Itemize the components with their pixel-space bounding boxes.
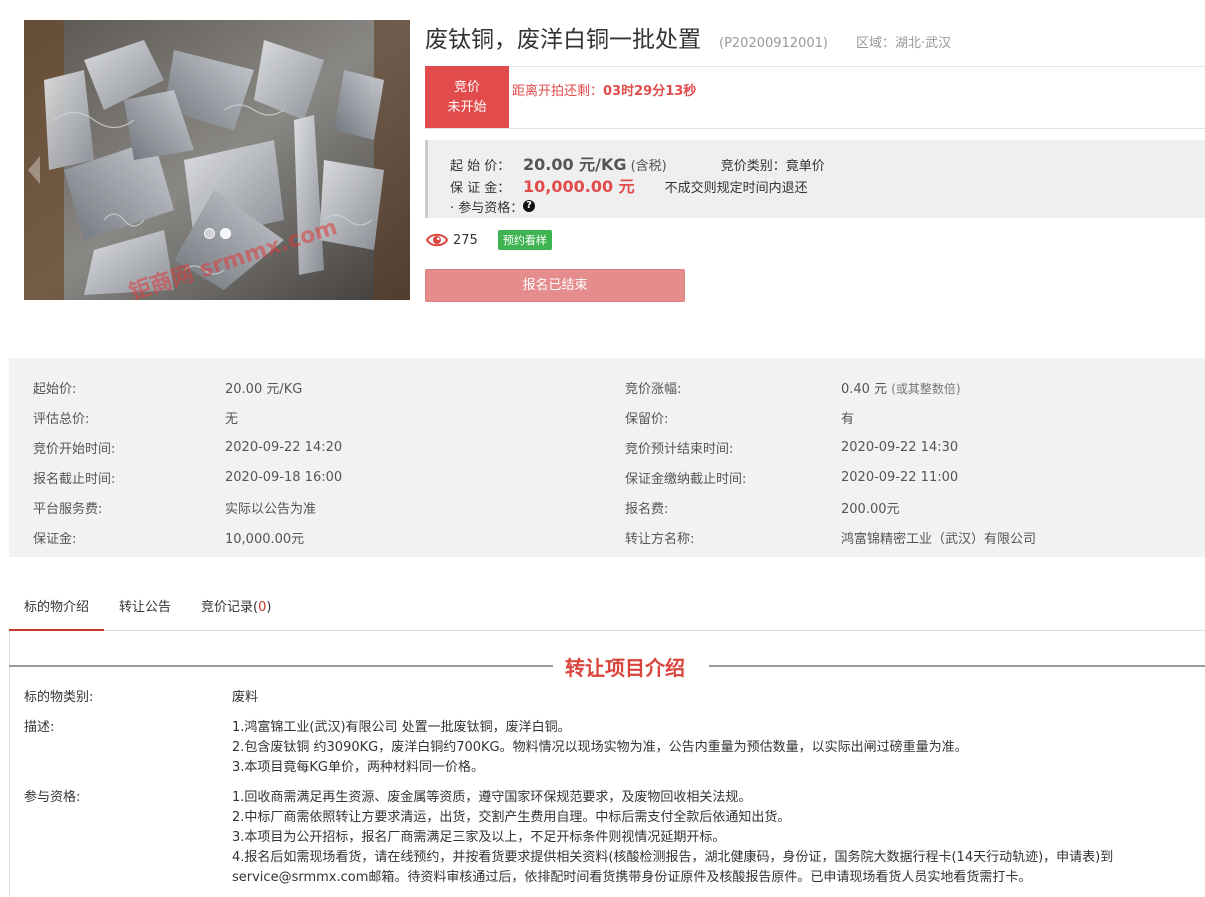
region-value: 湖北·武汉 [894, 36, 952, 51]
info-label: 竞价开始时间: [33, 441, 116, 457]
info-row: 评估总价: 无 保留价: 有 [9, 402, 1205, 432]
bid-type-label: 竞价类别： [720, 159, 786, 174]
qualification-line: 4.报名后如需现场看货，请在线预约，并按看货要求提供相关资料(核酸检测报告，湖北… [232, 850, 1114, 885]
product-title-row: 废钛铜，废洋白铜一批处置 (P20200912001) 区域： 湖北·武汉 [425, 20, 951, 54]
title-divider [425, 66, 1205, 67]
view-stats: 275 预约看样 [426, 230, 552, 250]
section-line-right [709, 665, 1205, 667]
increment-note: (或其整数倍) [891, 381, 961, 396]
info-label: 报名费: [625, 501, 669, 517]
section-title: 转让项目介绍 [565, 656, 685, 680]
registration-closed-button[interactable]: 报名已结束 [425, 269, 685, 302]
section-header: 转让项目介绍 [9, 652, 1205, 682]
tab-transfer-notice[interactable]: 转让公告 [104, 593, 186, 630]
product-image-carousel[interactable]: 钜商网 srmmx.com [24, 20, 410, 300]
info-label: 保证金缴纳截止时间: [625, 471, 747, 487]
tab-label: 标的物介绍 [24, 600, 90, 615]
question-circle-icon[interactable]: ? [523, 200, 535, 212]
auction-info-grid: 起始价: 20.00 元/KG 竞价涨幅: 0.40 元 (或其整数倍) 评估总… [9, 358, 1205, 557]
view-count: 275 [453, 232, 478, 248]
description-row: 描述: 1.鸿富锦工业(武汉)有限公司 处置一批废钛铜，废洋白铜。 2.包含废钛… [24, 718, 1194, 778]
info-value: 2020-09-22 14:20 [225, 439, 343, 455]
product-title: 废钛铜，废洋白铜一批处置 [425, 27, 701, 53]
info-value: 2020-09-22 11:00 [841, 469, 959, 485]
tax-note: (含税) [630, 159, 667, 174]
info-label: 保留价: [625, 411, 669, 427]
qualification-line: 1.回收商需满足再生资源、废金属等资质，遵守国家环保规范要求，及废物回收相关法规… [232, 790, 752, 805]
info-label: 竞价预计结束时间: [625, 441, 734, 457]
qualification-row: 参与资格: 1.回收商需满足再生资源、废金属等资质，遵守国家环保规范要求，及废物… [24, 788, 1194, 888]
info-label: 起始价: [33, 381, 77, 397]
start-price-value: 20.00 元/KG [523, 155, 627, 174]
qualification-label: 参与资格: [24, 790, 81, 805]
preview-appointment-button[interactable]: 预约看样 [497, 230, 552, 250]
eye-icon [426, 233, 448, 247]
status-line-1: 竞价 [453, 80, 480, 95]
info-value: 200.00元 [841, 501, 900, 517]
qualification-line: 3.本项目为公开招标，报名厂商需满足三家及以上，不足开标条件则视情况延期开标。 [232, 830, 726, 845]
info-value: 鸿富锦精密工业（武汉）有限公司 [841, 531, 1037, 547]
category-row: 标的物类别: 废料 [24, 688, 1194, 708]
qualification-line: 2.中标厂商需依照转让方要求清运，出货，交割产生费用自理。中标后需支付全款后依通… [232, 810, 791, 825]
info-value: 2020-09-22 14:30 [841, 439, 959, 455]
price-panel: 起 始 价： 20.00 元/KG (含税) 竞价类别： 竟单价 保 证 金： … [425, 140, 1205, 218]
item-description: 标的物类别: 废料 描述: 1.鸿富锦工业(武汉)有限公司 处置一批废钛铜，废洋… [24, 688, 1194, 897]
tab-item-intro[interactable]: 标的物介绍 [9, 593, 105, 631]
description-line: 1.鸿富锦工业(武汉)有限公司 处置一批废钛铜，废洋白铜。 [232, 720, 571, 735]
status-divider [425, 128, 1205, 129]
info-row: 报名截止时间: 2020-09-18 16:00 保证金缴纳截止时间: 2020… [9, 462, 1205, 492]
section-line-left [9, 665, 553, 667]
info-value: 实际以公告为准 [225, 501, 317, 517]
info-row: 保证金: 10,000.00元 转让方名称: 鸿富锦精密工业（武汉）有限公司 [9, 522, 1205, 552]
description-label: 描述: [24, 720, 55, 735]
info-label: 竞价涨幅: [625, 381, 682, 397]
carousel-prev-icon[interactable] [24, 148, 46, 192]
detail-tabs: 标的物介绍 转让公告 竞价记录(0) [9, 593, 1205, 631]
tab-label: 转让公告 [119, 600, 172, 615]
auction-status-badge: 竞价 未开始 [425, 66, 509, 128]
info-row: 竞价开始时间: 2020-09-22 14:20 竞价预计结束时间: 2020-… [9, 432, 1205, 462]
countdown-label: 距离开拍还剩： [512, 84, 604, 99]
info-label: 平台服务费: [33, 501, 103, 517]
info-value: 有 [841, 411, 855, 427]
info-value: 2020-09-18 16:00 [225, 469, 343, 485]
info-value: 无 [225, 411, 239, 427]
deposit-label: 保 证 金： [450, 181, 511, 196]
tab-label: 竞价记录( [201, 600, 259, 615]
tab-bid-records[interactable]: 竞价记录(0) [186, 593, 286, 630]
countdown-value: 03时29分13秒 [603, 84, 697, 99]
qualification-label: · 参与资格： [450, 200, 524, 216]
info-row: 起始价: 20.00 元/KG 竞价涨幅: 0.40 元 (或其整数倍) [9, 372, 1205, 402]
refund-note: 不成交则规定时间内退还 [664, 181, 808, 196]
description-line: 3.本项目竟每KG单价，两种材料同一价格。 [232, 760, 485, 775]
bid-type-value: 竟单价 [785, 159, 825, 174]
carousel-dot-2[interactable] [220, 228, 231, 239]
region-label: 区域： [855, 36, 895, 51]
info-label: 保证金: [33, 531, 77, 547]
status-line-2: 未开始 [447, 100, 487, 115]
info-value: 20.00 元/KG [225, 381, 303, 397]
carousel-dot-1[interactable] [204, 228, 215, 239]
info-label: 转让方名称: [625, 531, 695, 547]
countdown: 距离开拍还剩：03时29分13秒 [512, 80, 696, 99]
increment-value: 0.40 元 [841, 381, 888, 397]
tab-label-suffix: ) [266, 600, 272, 615]
info-label: 评估总价: [33, 411, 90, 427]
description-line: 2.包含废钛铜 约3090KG，废洋白铜约700KG。物料情况以现场实物为准，公… [232, 740, 968, 755]
category-label: 标的物类别: [24, 690, 94, 705]
category-value: 废料 [232, 690, 259, 705]
product-code: (P20200912001) [719, 36, 828, 51]
info-row: 平台服务费: 实际以公告为准 报名费: 200.00元 [9, 492, 1205, 522]
deposit-value: 10,000.00 元 [523, 177, 635, 196]
info-label: 报名截止时间: [33, 471, 116, 487]
start-price-label: 起 始 价： [450, 159, 511, 174]
info-value: 10,000.00元 [225, 531, 305, 547]
info-value: 0.40 元 (或其整数倍) [841, 378, 1205, 397]
